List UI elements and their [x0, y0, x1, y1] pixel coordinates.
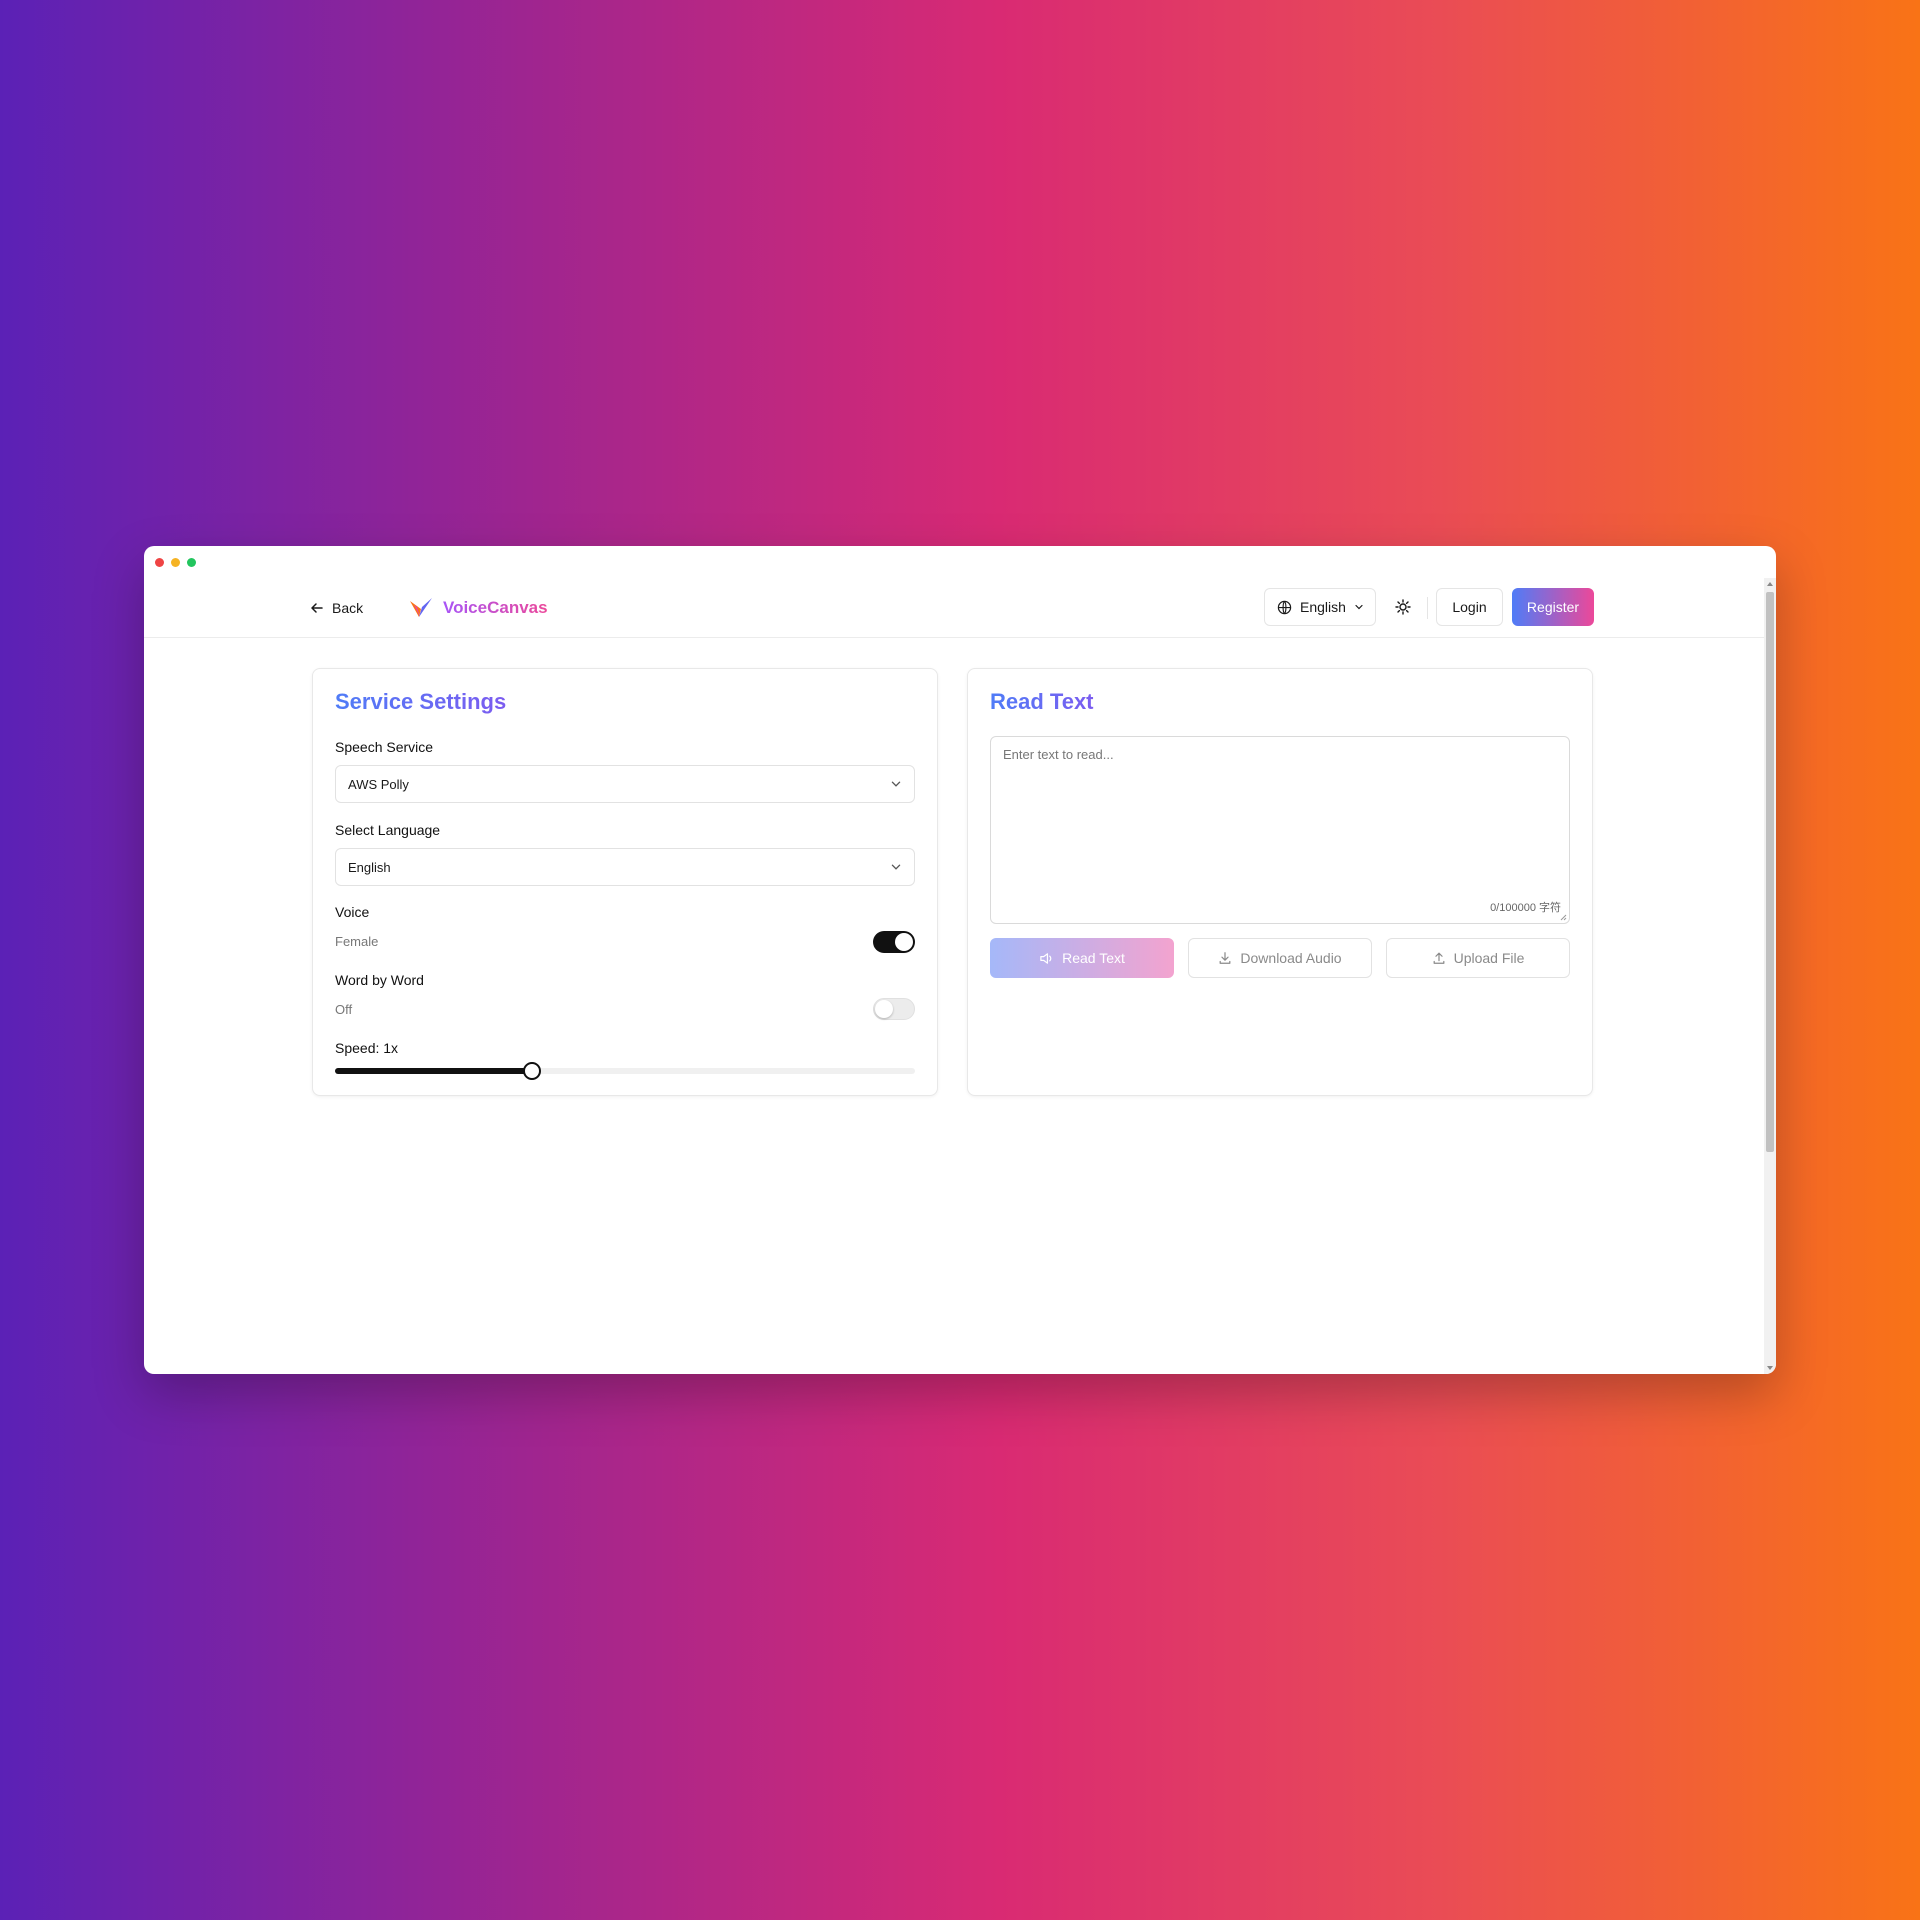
word-by-word-toggle-knob [875, 1000, 893, 1018]
speed-slider[interactable] [335, 1062, 915, 1080]
download-audio-label: Download Audio [1240, 950, 1342, 966]
theme-toggle-button[interactable] [1384, 588, 1422, 626]
maximize-window-button[interactable] [187, 558, 196, 567]
voice-toggle[interactable] [873, 931, 915, 953]
window-titlebar [144, 546, 1776, 578]
minimize-window-button[interactable] [171, 558, 180, 567]
scroll-down-icon[interactable] [1767, 1366, 1773, 1370]
login-button[interactable]: Login [1436, 588, 1503, 626]
speed-slider-fill [335, 1068, 533, 1074]
logo-icon [408, 595, 434, 621]
globe-icon [1277, 600, 1292, 615]
voice-label: Voice [335, 904, 370, 920]
vertical-scrollbar[interactable] [1764, 578, 1776, 1374]
word-by-word-toggle[interactable] [873, 998, 915, 1020]
text-input-wrapper: 0/100000 字符 [990, 736, 1570, 924]
read-text-button[interactable]: Read Text [990, 938, 1174, 978]
language-field-select[interactable]: English [335, 848, 915, 886]
back-button[interactable]: Back [310, 594, 363, 622]
service-settings-card: Service Settings Speech Service AWS Poll… [312, 668, 938, 1096]
header-divider [1427, 597, 1428, 619]
scroll-thumb[interactable] [1766, 592, 1774, 1152]
voice-toggle-knob [895, 933, 913, 951]
speed-label: Speed: 1x [335, 1040, 399, 1056]
scroll-up-icon[interactable] [1767, 582, 1773, 586]
read-text-card: Read Text 0/100000 字符 Read Text Download… [967, 668, 1593, 1096]
language-label: Select Language [335, 822, 441, 838]
app-name: VoiceCanvas [443, 598, 548, 617]
download-audio-button[interactable]: Download Audio [1188, 938, 1372, 978]
upload-icon [1432, 951, 1446, 965]
upload-file-button[interactable]: Upload File [1386, 938, 1570, 978]
arrow-left-icon [310, 601, 324, 615]
language-select[interactable]: English [1264, 588, 1376, 626]
chevron-down-icon [1354, 602, 1364, 612]
register-button[interactable]: Register [1512, 588, 1594, 626]
service-settings-title: Service Settings [335, 689, 507, 714]
language-field-value: English [348, 859, 391, 875]
text-input[interactable] [991, 737, 1569, 923]
download-icon [1218, 951, 1232, 965]
sun-icon [1395, 599, 1411, 615]
app-header: Back VoiceCanvas English Login Register [144, 578, 1764, 638]
upload-file-label: Upload File [1453, 950, 1525, 966]
speech-service-label: Speech Service [335, 739, 434, 755]
app-logo[interactable]: VoiceCanvas [408, 590, 548, 626]
speech-service-value: AWS Polly [348, 776, 409, 792]
speaker-icon [1039, 951, 1054, 966]
back-label: Back [332, 600, 364, 616]
read-text-button-label: Read Text [1062, 950, 1125, 966]
word-by-word-label: Word by Word [335, 972, 424, 988]
chevron-down-icon [890, 778, 902, 790]
char-count: 0/100000 字符 [1490, 902, 1561, 914]
voice-value: Female [335, 934, 379, 949]
read-text-title: Read Text [990, 689, 1094, 714]
speech-service-select[interactable]: AWS Polly [335, 765, 915, 803]
browser-window: Back VoiceCanvas English Login Register … [144, 546, 1776, 1374]
language-select-value: English [1300, 599, 1346, 615]
close-window-button[interactable] [155, 558, 164, 567]
speed-slider-thumb[interactable] [523, 1062, 542, 1080]
word-by-word-value: Off [335, 1002, 353, 1017]
chevron-down-icon [890, 861, 902, 873]
resize-handle-icon[interactable] [1559, 913, 1567, 921]
